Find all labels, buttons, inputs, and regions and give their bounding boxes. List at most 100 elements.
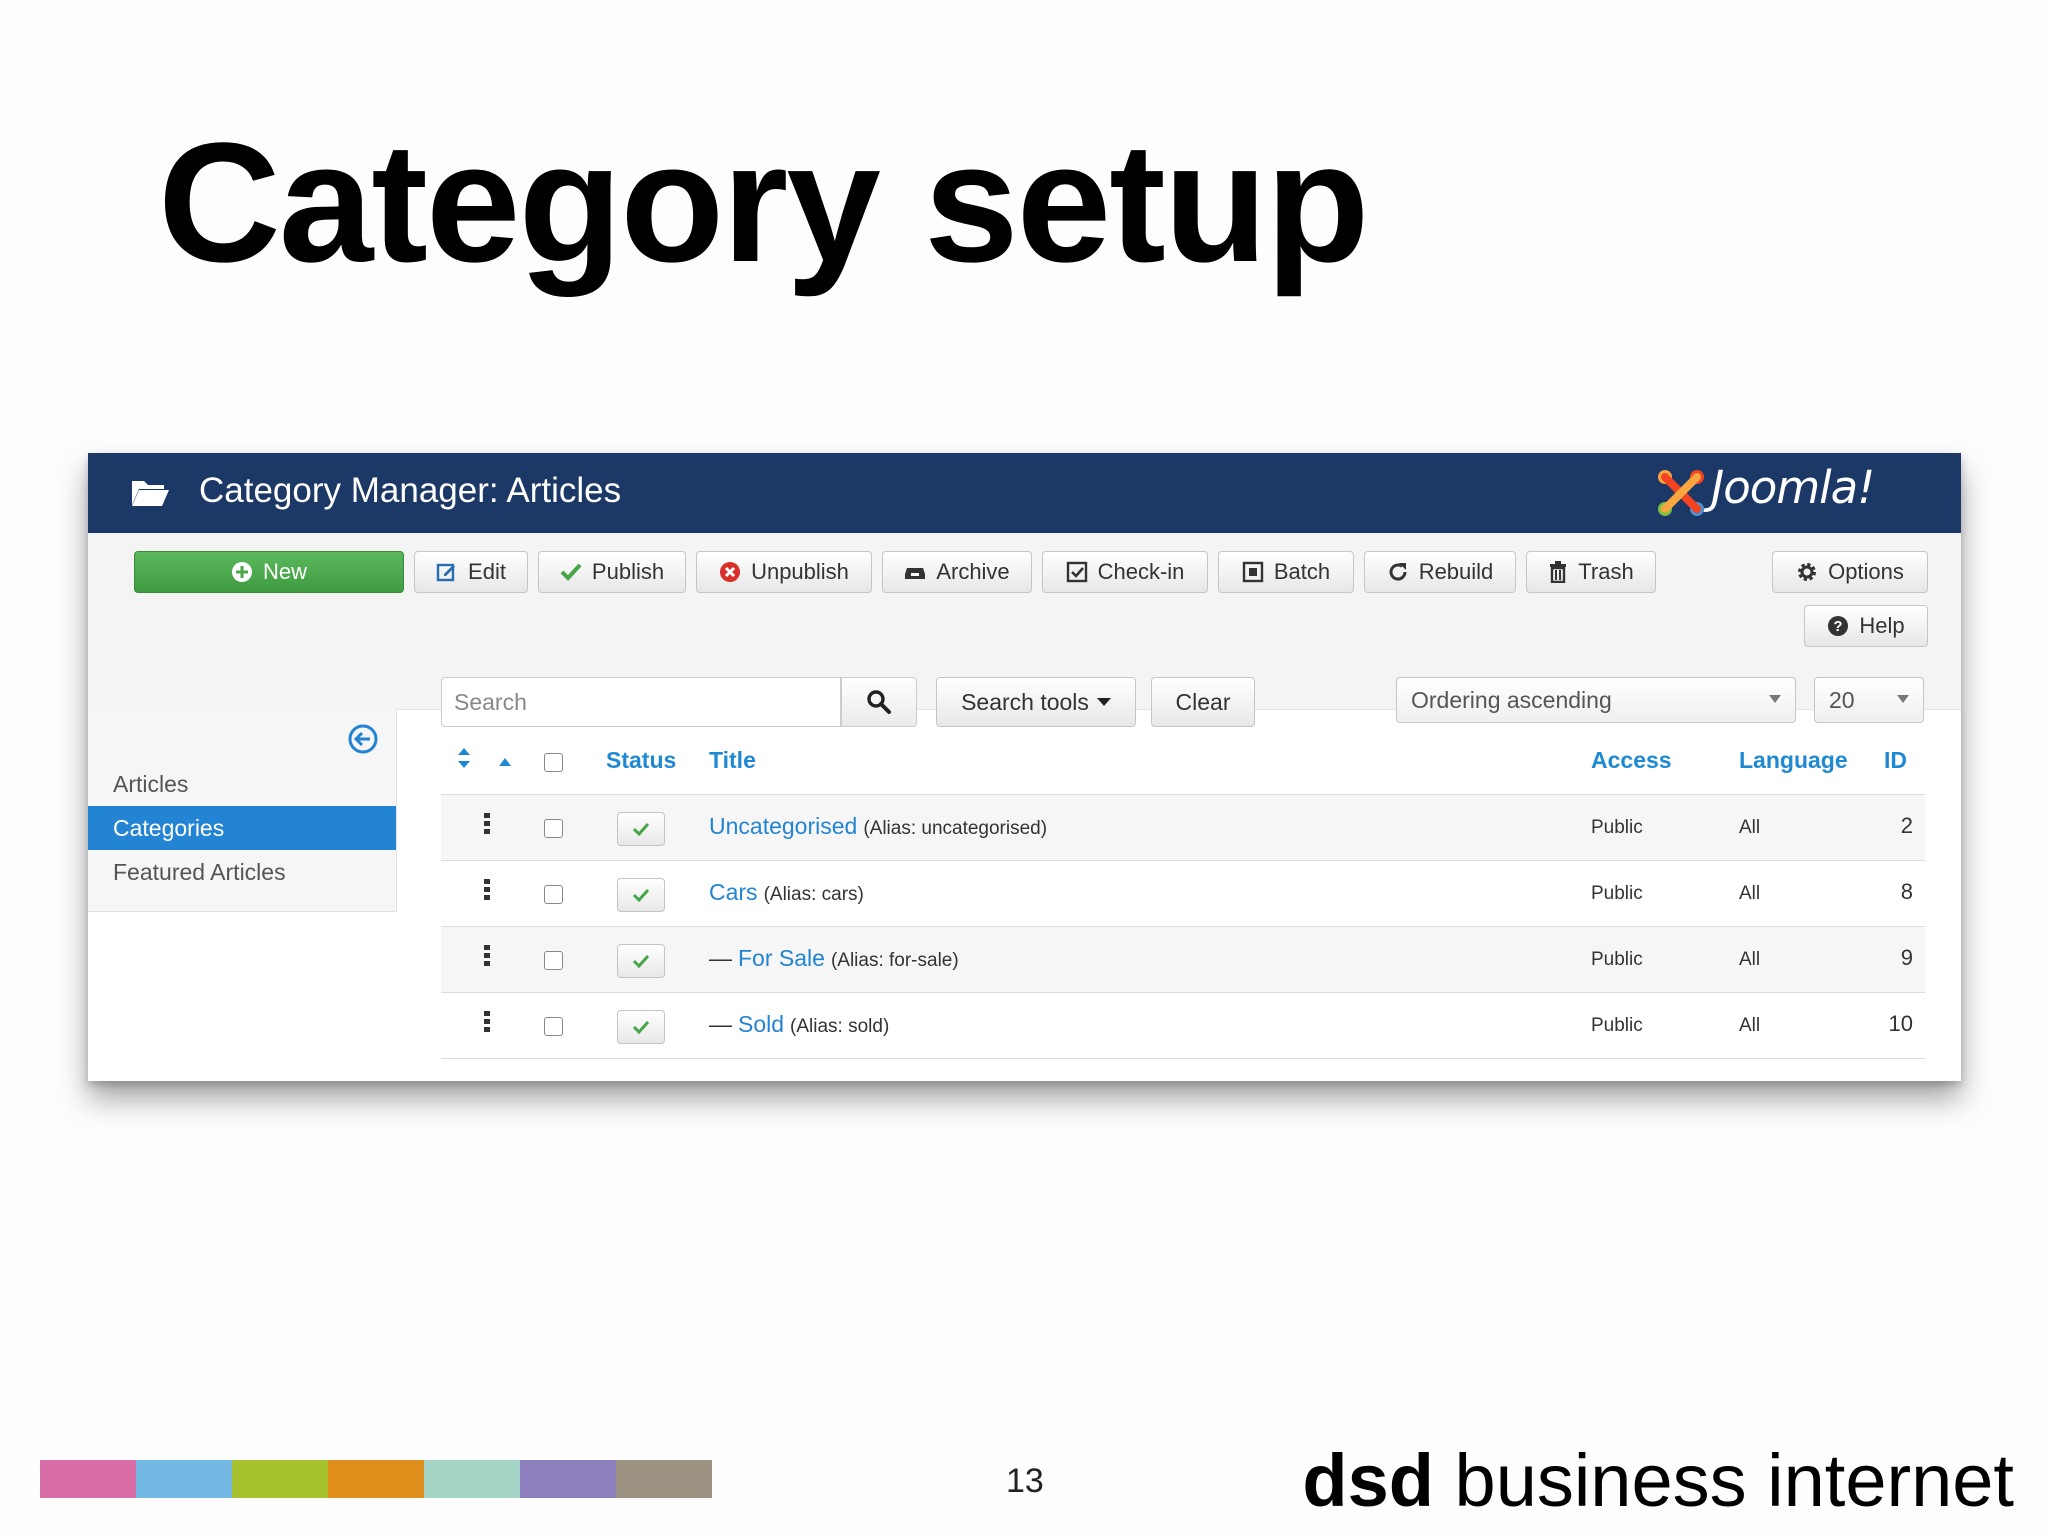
sort-ascending-icon[interactable] [499,753,511,771]
title-cell: — Sold (Alias: sold) [709,1011,889,1038]
sidebar: Articles Categories Featured Articles [88,709,397,912]
limit-select[interactable]: 20 [1814,677,1924,723]
app-header: Category Manager: Articles Joomla! [88,453,1961,533]
publish-button[interactable]: Publish [538,551,686,593]
row-checkbox[interactable] [544,885,563,904]
archive-button-label: Archive [936,559,1010,584]
refresh-icon [1389,563,1407,581]
color-swatch [136,1460,232,1498]
chevron-down-icon [1897,695,1909,703]
category-title-link[interactable]: Cars [709,879,758,905]
color-swatch [424,1460,520,1498]
id-value: 8 [1900,879,1913,904]
status-published-toggle[interactable] [617,878,665,912]
trash-button[interactable]: Trash [1526,551,1656,593]
column-status[interactable]: Status [606,747,676,774]
level-indent: — [709,1011,732,1037]
publish-button-label: Publish [591,559,665,584]
archive-button[interactable]: Archive [882,551,1032,593]
drag-handle-icon[interactable] [484,945,490,972]
drag-handle-icon[interactable] [484,813,490,840]
sidebar-item-featured-articles[interactable]: Featured Articles [88,850,396,894]
column-language[interactable]: Language [1739,747,1848,774]
category-alias: (Alias: uncategorised) [863,818,1048,839]
id-value: 10 [1888,1011,1913,1036]
title-cell: — For Sale (Alias: for-sale) [709,945,959,972]
table-row: — Sold (Alias: sold) Public All 10 [441,992,1925,1059]
category-title-link[interactable]: Uncategorised [709,813,857,839]
joomla-logo-text: Joomla! [1711,461,1875,514]
ordering-select-value: Ordering ascending [1411,686,1612,713]
color-swatch [520,1460,616,1498]
status-published-toggle[interactable] [617,944,665,978]
options-button-label: Options [1828,559,1904,584]
archive-icon [905,568,926,579]
color-swatch [616,1460,712,1498]
category-title-link[interactable]: Sold [738,1011,784,1037]
question-circle-icon: ? [1828,616,1849,636]
search-icon [867,690,891,714]
color-strip [40,1460,712,1498]
options-button[interactable]: Options [1772,551,1928,593]
color-swatch [232,1460,328,1498]
drag-handle-icon[interactable] [484,879,490,906]
unpublish-icon [720,562,741,582]
edit-button[interactable]: Edit [414,551,528,593]
clear-button[interactable]: Clear [1151,677,1255,727]
check-icon [632,822,650,836]
column-access[interactable]: Access [1591,747,1672,774]
color-swatch [328,1460,424,1498]
table-row: — For Sale (Alias: for-sale) Public All 9 [441,926,1925,993]
row-checkbox[interactable] [544,951,563,970]
help-button[interactable]: ? Help [1804,605,1928,647]
trash-icon [1550,561,1567,583]
category-title-link[interactable]: For Sale [738,945,825,971]
table-row: Uncategorised (Alias: uncategorised) Publ… [441,794,1925,861]
batch-button-label: Batch [1273,559,1331,584]
checkin-button[interactable]: Check-in [1042,551,1208,593]
plus-circle-icon [231,562,252,582]
drag-handle-icon[interactable] [484,1011,490,1038]
search-input[interactable] [441,677,841,727]
new-button-label: New [262,559,307,584]
new-button[interactable]: New [134,551,404,593]
sidebar-item-articles[interactable]: Articles [88,762,396,806]
brand-rest: business internet [1433,1439,2014,1522]
batch-button[interactable]: Batch [1218,551,1354,593]
edit-icon [436,563,456,582]
check-icon [632,1020,650,1034]
ordering-select[interactable]: Ordering ascending [1396,677,1796,723]
table-bottom-border [441,1058,1925,1059]
checkin-button-label: Check-in [1097,559,1185,584]
sidebar-item-categories[interactable]: Categories [88,806,396,850]
page-number: 13 [1006,1462,1044,1500]
check-icon [632,954,650,968]
row-checkbox[interactable] [544,819,563,838]
column-title[interactable]: Title [709,747,756,774]
page-title: Category Manager: Articles [199,471,622,510]
chevron-down-icon [1769,695,1781,703]
column-id[interactable]: ID [1884,747,1907,774]
language-value: All [1739,817,1761,838]
search-tools-button[interactable]: Search tools [936,677,1136,727]
search-button[interactable] [841,677,917,727]
select-all-checkbox[interactable] [544,753,563,772]
edit-button-label: Edit [468,559,506,584]
status-published-toggle[interactable] [617,812,665,846]
rebuild-button[interactable]: Rebuild [1364,551,1516,593]
joomla-logo[interactable]: Joomla! [1653,457,1923,527]
check-icon [632,888,650,902]
unpublish-button-label: Unpublish [751,559,849,584]
collapse-sidebar-icon[interactable] [347,723,379,760]
unpublish-button[interactable]: Unpublish [696,551,872,593]
slide-title: Category setup [158,108,1369,298]
status-published-toggle[interactable] [617,1010,665,1044]
row-checkbox[interactable] [544,1017,563,1036]
gear-icon [1798,563,1817,581]
limit-select-value: 20 [1829,686,1855,713]
sort-order-icon[interactable] [457,747,471,774]
caret-down-icon [1096,698,1111,706]
brand-logo: dsd business internet [1302,1438,2014,1523]
access-value: Public [1591,883,1643,904]
access-value: Public [1591,817,1643,838]
